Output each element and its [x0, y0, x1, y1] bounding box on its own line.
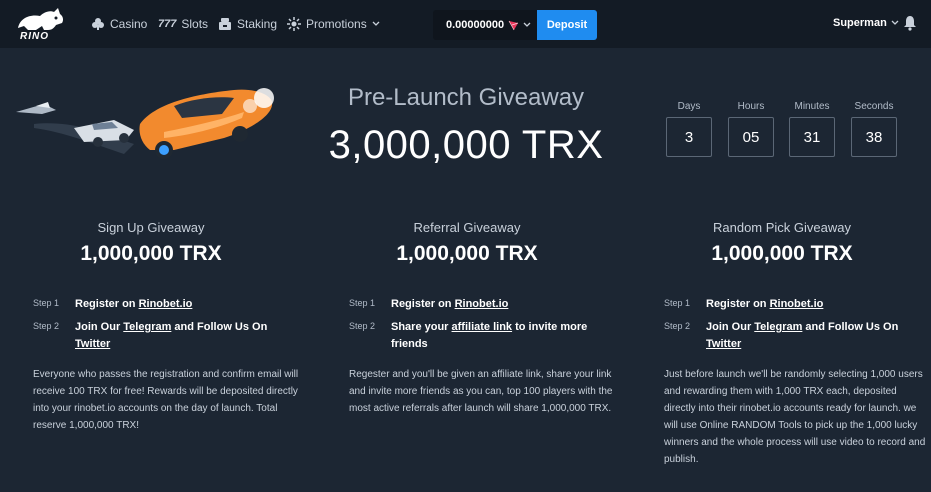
- card-title: Referral Giveaway: [413, 220, 521, 235]
- step-1-label: Step 1: [349, 298, 376, 308]
- step-2-prefix: Join Our: [75, 321, 124, 333]
- countdown-seconds-label: Seconds: [854, 101, 894, 112]
- step-2-middle: and Follow Us On: [171, 321, 268, 333]
- user-menu[interactable]: Superman: [833, 17, 899, 29]
- step-2-text: Share your affiliate link to invite more…: [391, 319, 591, 353]
- deposit-button[interactable]: Deposit: [537, 10, 597, 40]
- promotions-icon: [287, 17, 301, 31]
- step-1-prefix: Register on: [75, 298, 139, 310]
- step-1-prefix: Register on: [706, 298, 770, 310]
- nav-casino-label: Casino: [110, 17, 148, 31]
- trx-icon: [508, 20, 519, 30]
- total-prize-amount: 3,000,000 TRX: [328, 123, 604, 167]
- card-title: Sign Up Giveaway: [97, 220, 205, 235]
- club-icon: [92, 18, 104, 30]
- card-amount: 1,000,000 TRX: [80, 242, 222, 265]
- chevron-down-icon: [372, 21, 380, 26]
- card-description: Everyone who passes the registration and…: [33, 369, 299, 431]
- card-title: Random Pick Giveaway: [713, 220, 851, 235]
- nav-staking-label: Staking: [237, 17, 278, 31]
- step-1-label: Step 1: [33, 298, 60, 308]
- top-nav: RINO Casino 777 Slots Staking Promotions…: [0, 0, 931, 48]
- chevron-down-icon: [523, 22, 531, 27]
- card-amount: 1,000,000 TRX: [711, 242, 853, 265]
- wallet-balance[interactable]: 0.00000000: [433, 10, 537, 40]
- card-description: Regester and you'll be given an affiliat…: [349, 369, 613, 414]
- rinobet-link[interactable]: Rinobet.io: [455, 298, 509, 310]
- step-2-text: Join Our Telegram and Follow Us On Twitt…: [75, 319, 303, 353]
- nav-staking[interactable]: Staking: [218, 15, 277, 33]
- step-2-text: Join Our Telegram and Follow Us On Twitt…: [706, 319, 926, 353]
- logo-wordmark: RINO: [20, 31, 49, 42]
- step-2-middle: and Follow Us On: [802, 321, 899, 333]
- card-amount: 1,000,000 TRX: [396, 242, 538, 265]
- twitter-link[interactable]: Twitter: [75, 338, 110, 350]
- step-1-text: Register on Rinobet.io: [706, 296, 926, 313]
- countdown-hours-value: 05: [728, 117, 774, 157]
- rinobet-link[interactable]: Rinobet.io: [770, 298, 824, 310]
- step-2-prefix: Join Our: [706, 321, 755, 333]
- countdown-minutes-value: 31: [789, 117, 835, 157]
- affiliate-link[interactable]: affiliate link: [452, 321, 513, 333]
- nav-promotions-label: Promotions: [306, 17, 367, 31]
- countdown-seconds-value: 38: [851, 117, 897, 157]
- step-1-text: Register on Rinobet.io: [391, 296, 619, 313]
- step-2-label: Step 2: [33, 321, 60, 331]
- page-title: Pre-Launch Giveaway: [347, 84, 585, 111]
- step-2-prefix: Share your: [391, 321, 452, 333]
- nav-slots-label: Slots: [181, 17, 209, 31]
- bell-icon[interactable]: [903, 15, 917, 31]
- staking-icon: [219, 18, 231, 30]
- step-2-label: Step 2: [664, 321, 691, 331]
- chevron-down-icon: [891, 20, 899, 25]
- telegram-link[interactable]: Telegram: [754, 321, 802, 333]
- username: Superman: [833, 17, 887, 29]
- countdown-hours-label: Hours: [737, 101, 765, 112]
- card-description: Just before launch we'll be randomly sel…: [664, 369, 926, 465]
- nav-casino[interactable]: Casino: [91, 15, 147, 33]
- countdown-minutes-label: Minutes: [794, 101, 830, 112]
- telegram-link[interactable]: Telegram: [123, 321, 171, 333]
- step-1-label: Step 1: [664, 298, 691, 308]
- countdown-days-value: 3: [666, 117, 712, 157]
- nav-slots[interactable]: 777 Slots: [158, 15, 208, 33]
- step-2-label: Step 2: [349, 321, 376, 331]
- countdown-days-label: Days: [677, 101, 701, 112]
- step-1-prefix: Register on: [391, 298, 455, 310]
- rinobet-link[interactable]: Rinobet.io: [139, 298, 193, 310]
- balance-value: 0.00000000: [446, 19, 505, 31]
- step-1-text: Register on Rinobet.io: [75, 296, 303, 313]
- hero-cars-illustration: [16, 88, 274, 159]
- twitter-link[interactable]: Twitter: [706, 338, 741, 350]
- slots-777-icon: 777: [158, 18, 177, 30]
- rino-logo[interactable]: RINO: [14, 6, 66, 44]
- nav-promotions[interactable]: Promotions: [287, 15, 380, 33]
